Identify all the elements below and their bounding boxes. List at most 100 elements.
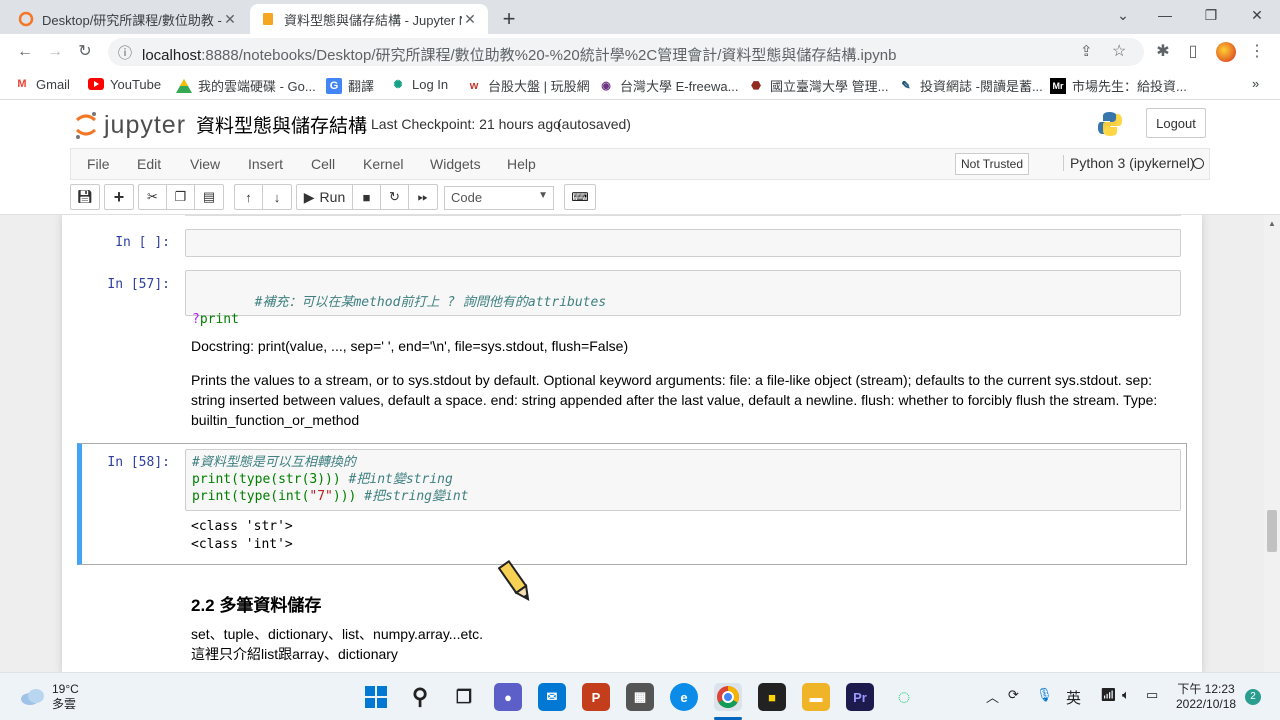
powerpoint-icon[interactable]: P: [582, 683, 610, 711]
keyboard-icon[interactable]: ⌨: [564, 184, 596, 210]
fast-forward-icon[interactable]: ⏩︎: [409, 185, 437, 209]
menu-kernel[interactable]: Kernel: [363, 156, 403, 172]
save-icon[interactable]: 💾︎: [71, 185, 99, 209]
tab-title: Desktop/研究所課程/數位助教 -: [42, 12, 222, 28]
address-row: ← → ↻ ⓘ localhost:8888/notebooks/Desktop…: [0, 34, 1280, 70]
calculator-icon[interactable]: ▦: [626, 683, 654, 711]
wifi-icon[interactable]: 📶︎: [1100, 687, 1117, 703]
info-icon[interactable]: ⓘ: [118, 43, 132, 63]
mail-icon[interactable]: ✉: [538, 683, 566, 711]
run-button[interactable]: ▶ Run: [297, 185, 353, 209]
bookmark-youtube[interactable]: YouTube: [88, 76, 161, 92]
extensions-icon[interactable]: ✱: [1152, 41, 1174, 63]
move-up-icon[interactable]: ↑: [235, 185, 263, 209]
volume-icon[interactable]: 🔈︎: [1122, 687, 1130, 703]
scroll-up-icon[interactable]: ▲: [1268, 219, 1276, 228]
kernel-name[interactable]: Python 3 (ipykernel): [1063, 155, 1195, 171]
bookmark-ntu-management[interactable]: ⬣ 國立臺灣大學 管理...: [748, 76, 888, 95]
menu-help[interactable]: Help: [507, 156, 536, 172]
menu-insert[interactable]: Insert: [248, 156, 283, 172]
premiere-icon[interactable]: Pr: [846, 683, 874, 711]
restart-icon[interactable]: ↻: [381, 185, 409, 209]
chrome-icon[interactable]: [714, 683, 742, 711]
menu-edit[interactable]: Edit: [137, 156, 161, 172]
scrollbar-thumb[interactable]: [1267, 510, 1277, 552]
code-cell-input[interactable]: #資料型態是可以互相轉換的 print(type(str(3))) #把int變…: [185, 449, 1181, 511]
url-text[interactable]: localhost:8888/notebooks/Desktop/研究所課程/數…: [142, 44, 896, 65]
reload-icon[interactable]: ↻: [74, 41, 96, 63]
notebook-favicon-icon: [260, 11, 276, 27]
maximize-icon[interactable]: ❐: [1188, 4, 1234, 28]
paste-icon[interactable]: ▤: [195, 185, 223, 209]
sync-icon[interactable]: ⟳: [1008, 687, 1019, 703]
menu-cell[interactable]: Cell: [311, 156, 335, 172]
tab-notebook[interactable]: 資料型態與儲存結構 - Jupyter N ✕: [250, 4, 488, 34]
bookmark-ntu-efreeway[interactable]: ◉ 台灣大學 E-freewa...: [598, 76, 738, 95]
sticky-notes-icon[interactable]: ■: [758, 683, 786, 711]
insert-cell-icon[interactable]: +: [105, 185, 133, 209]
back-icon[interactable]: ←: [14, 41, 36, 63]
translate-icon: G: [326, 77, 342, 94]
cell-type-select[interactable]: Code ▼: [444, 186, 554, 210]
search-icon[interactable]: ⚲: [406, 683, 434, 711]
docstring-body: Prints the values to a stream, or to sys…: [191, 372, 1158, 428]
move-down-icon[interactable]: ↓: [263, 185, 291, 209]
ime-indicator[interactable]: 英: [1066, 687, 1081, 708]
chevron-up-icon[interactable]: ︿: [986, 687, 999, 706]
app-ring-icon[interactable]: ◌: [890, 683, 918, 711]
teams-chat-icon[interactable]: ●: [494, 683, 522, 711]
bookmark-login[interactable]: ✺ Log In: [390, 76, 448, 92]
browser-tab-bar: Desktop/研究所課程/數位助教 - ✕ 資料型態與儲存結構 - Jupyt…: [0, 0, 1280, 34]
tab-search-icon[interactable]: ⌄: [1100, 4, 1146, 28]
youtube-icon: [88, 76, 104, 92]
bookmark-wantgoo[interactable]: w 台股大盤 | 玩股網: [466, 76, 590, 95]
menu-widgets[interactable]: Widgets: [430, 156, 481, 172]
cell-output: <class 'str'> <class 'int'>: [191, 519, 293, 552]
bookmark-drive[interactable]: 我的雲端硬碟 - Go...: [176, 76, 316, 95]
cut-icon[interactable]: ✂: [139, 185, 167, 209]
bookmark-invest-blog[interactable]: ✎ 投資網誌 -閱讀是蓄...: [898, 76, 1042, 95]
side-panel-icon[interactable]: ▯: [1182, 41, 1204, 63]
notification-badge[interactable]: 2: [1245, 689, 1261, 705]
docstring-signature: Docstring: print(value, ..., sep=' ', en…: [191, 338, 629, 354]
menu-view[interactable]: View: [190, 156, 220, 172]
bookmark-gmail[interactable]: M Gmail: [14, 76, 70, 92]
microphone-icon[interactable]: 🎙︎: [1036, 687, 1053, 703]
gear-icon: ✺: [393, 78, 403, 91]
trust-button[interactable]: Not Trusted: [955, 153, 1030, 175]
minimize-icon[interactable]: —: [1142, 4, 1188, 28]
avatar[interactable]: [1216, 42, 1236, 62]
share-icon[interactable]: ⇪: [1080, 42, 1093, 60]
battery-icon[interactable]: ▭: [1146, 687, 1158, 703]
close-icon[interactable]: ✕: [462, 11, 478, 28]
menu-file[interactable]: File: [87, 156, 110, 172]
notebook-area[interactable]: In [ ]: In [57]: #補充：可以在某method前打上 ? 詢問他…: [0, 215, 1264, 672]
weather-widget[interactable]: 19°C 多雲: [20, 682, 79, 712]
start-icon[interactable]: [362, 683, 390, 711]
bookmark-star-icon[interactable]: ☆: [1112, 41, 1126, 61]
code-cell-input[interactable]: [185, 229, 1181, 257]
code-cell-input[interactable]: #補充：可以在某method前打上 ? 詢問他有的attributes ?prin…: [185, 270, 1181, 327]
edge-icon[interactable]: e: [670, 683, 698, 711]
clock[interactable]: 下午 12:23 2022/10/18: [1176, 682, 1236, 712]
address-bar[interactable]: ⓘ localhost:8888/notebooks/Desktop/研究所課程…: [108, 38, 1144, 66]
stop-icon[interactable]: ■: [353, 185, 381, 209]
ntu-seal-icon: ⬣: [751, 80, 761, 92]
new-tab-button[interactable]: +: [496, 6, 522, 32]
task-view-icon[interactable]: ❐: [450, 683, 478, 711]
jupyter-logo[interactable]: jupyter: [74, 110, 186, 140]
menu-kebab-icon[interactable]: ⋮: [1246, 41, 1268, 63]
file-explorer-icon[interactable]: ▬: [802, 683, 830, 711]
tab-desktop[interactable]: Desktop/研究所課程/數位助教 - ✕: [8, 4, 248, 34]
bookmark-mr-market[interactable]: Mr 市場先生：給投資...: [1050, 76, 1187, 95]
bookmark-translate[interactable]: G 翻譯: [326, 76, 374, 95]
close-icon[interactable]: ✕: [222, 11, 238, 28]
jupyter-logo-icon: [76, 112, 96, 139]
forward-icon[interactable]: →: [44, 41, 66, 63]
copy-icon[interactable]: ❐: [167, 185, 195, 209]
logout-button[interactable]: Logout: [1146, 108, 1206, 138]
window-close-icon[interactable]: ✕: [1234, 4, 1280, 28]
notebook-title[interactable]: 資料型態與儲存結構: [196, 111, 367, 138]
bookmarks-more[interactable]: »: [1252, 76, 1259, 91]
scrollbar[interactable]: ▲: [1264, 215, 1280, 672]
